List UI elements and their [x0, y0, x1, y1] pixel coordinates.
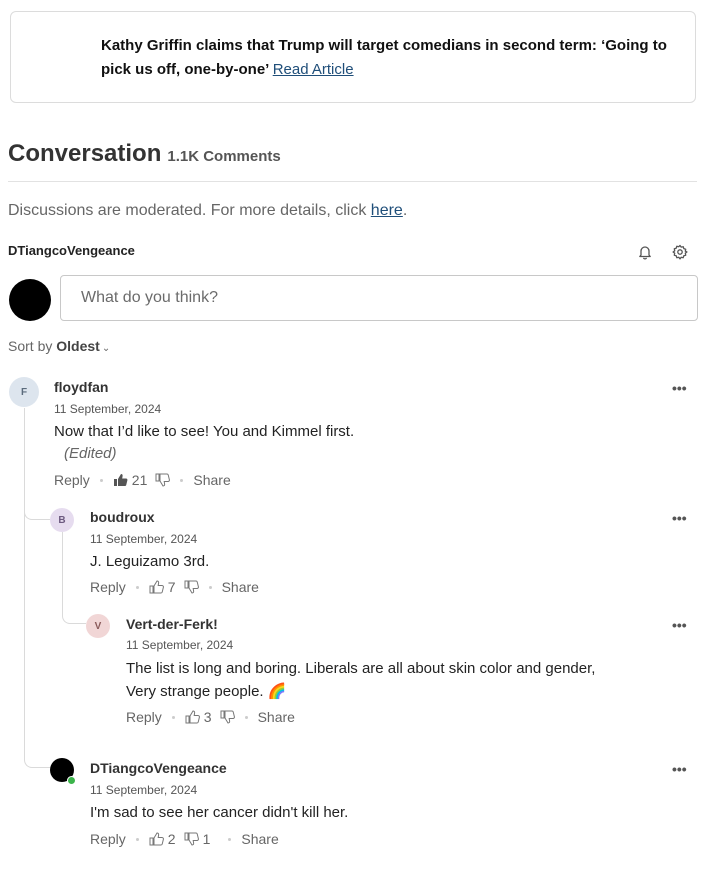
comment-date: 11 September, 2024 — [126, 638, 234, 652]
thread-line — [62, 532, 63, 602]
comment-actions: Reply 3 Share — [126, 709, 295, 725]
like-button[interactable]: 7 — [149, 579, 184, 595]
thumbs-up-icon — [149, 580, 164, 594]
share-button[interactable]: Share — [193, 472, 230, 488]
comment-count: 1.1K Comments — [167, 148, 281, 165]
moderation-notice: Discussions are moderated. For more deta… — [8, 202, 407, 220]
current-username: DTiangcoVengeance — [8, 243, 135, 258]
thread-connector — [24, 500, 50, 520]
thumbs-down-icon — [220, 710, 235, 724]
divider — [8, 181, 697, 182]
comment-author[interactable]: boudroux — [90, 509, 155, 525]
comment-actions: Reply 21 Share — [54, 472, 231, 488]
reply-button[interactable]: Reply — [54, 472, 90, 488]
moderation-text: Discussions are moderated. For more deta… — [8, 202, 371, 219]
more-dots-icon[interactable]: ••• — [672, 617, 687, 633]
reply-button[interactable]: Reply — [126, 709, 162, 725]
like-count: 3 — [203, 709, 212, 725]
thumbs-up-icon — [185, 710, 200, 724]
thumbs-down-icon — [184, 832, 199, 846]
like-count: 2 — [167, 831, 176, 847]
thread-connector — [24, 740, 50, 768]
sort-value: Oldest — [56, 338, 100, 354]
more-dots-icon[interactable]: ••• — [672, 380, 687, 396]
chevron-down-icon: ⌄ — [101, 343, 111, 354]
separator — [208, 585, 212, 589]
user-avatar — [9, 279, 51, 321]
article-headline: Kathy Griffin claims that Trump will tar… — [101, 37, 667, 78]
separator — [228, 837, 232, 841]
separator — [135, 837, 139, 841]
comment-text: J. Leguizamo 3rd. — [90, 553, 210, 570]
article-headline-block: Kathy Griffin claims that Trump will tar… — [101, 34, 681, 82]
like-button[interactable]: 21 — [113, 472, 156, 488]
online-indicator — [67, 776, 76, 785]
sort-label: Sort by — [8, 338, 53, 354]
separator — [180, 478, 184, 482]
comment-author[interactable]: DTiangcoVengeance — [90, 760, 227, 776]
moderation-end: . — [402, 202, 408, 219]
sort-dropdown[interactable]: Sort by Oldest ⌄ — [8, 338, 110, 354]
dislike-button[interactable] — [184, 580, 199, 594]
more-dots-icon[interactable]: ••• — [672, 510, 687, 526]
thumbs-up-icon — [113, 474, 128, 486]
comment-date: 11 September, 2024 — [90, 783, 198, 797]
comment-text: I'm sad to see her cancer didn't kill he… — [90, 804, 349, 821]
share-button[interactable]: Share — [258, 709, 295, 725]
moderation-here-link[interactable]: here — [371, 202, 403, 219]
like-button[interactable]: 2 — [149, 831, 184, 847]
dislike-button[interactable] — [155, 473, 171, 487]
avatar[interactable]: V — [86, 614, 110, 638]
separator — [99, 478, 103, 482]
comment-text: Now that I’d like to see! You and Kimmel… — [54, 423, 355, 440]
avatar[interactable]: B — [50, 508, 74, 532]
like-count: 7 — [167, 579, 176, 595]
thumbs-up-icon — [149, 832, 164, 846]
comment-text: The list is long and boring. Liberals ar… — [126, 660, 596, 677]
like-count: 21 — [131, 472, 148, 488]
separator — [171, 715, 175, 719]
share-button[interactable]: Share — [222, 579, 259, 595]
conversation-title: Conversation — [8, 140, 162, 167]
comment-date: 11 September, 2024 — [54, 402, 162, 416]
avatar[interactable]: F — [9, 377, 39, 407]
dislike-button[interactable] — [220, 710, 235, 724]
separator — [135, 585, 139, 589]
reply-button[interactable]: Reply — [90, 831, 126, 847]
thumbs-down-icon — [184, 580, 199, 594]
comment-author[interactable]: Vert-der-Ferk! — [126, 616, 218, 632]
bell-icon[interactable] — [634, 241, 656, 263]
comment-input[interactable] — [60, 275, 698, 321]
read-article-link[interactable]: Read Article — [273, 61, 354, 78]
dislike-button[interactable]: 1 — [184, 831, 219, 847]
comment-actions: Reply 2 1 Share — [90, 831, 279, 847]
comment-author[interactable]: floydfan — [54, 379, 108, 395]
comment-text: Very strange people. 🌈 — [126, 683, 287, 700]
thumbs-down-icon — [155, 473, 171, 487]
like-button[interactable]: 3 — [185, 709, 220, 725]
reply-button[interactable]: Reply — [90, 579, 126, 595]
conversation-header: Conversation 1.1K Comments — [8, 140, 281, 168]
article-card: Kathy Griffin claims that Trump will tar… — [10, 11, 696, 103]
edited-label: (Edited) — [64, 445, 117, 462]
more-dots-icon[interactable]: ••• — [672, 761, 687, 777]
gear-icon[interactable] — [669, 241, 691, 263]
thread-connector — [62, 600, 86, 624]
thread-line — [24, 408, 25, 758]
comment-actions: Reply 7 Share — [90, 579, 259, 595]
separator — [244, 715, 248, 719]
comment-date: 11 September, 2024 — [90, 532, 198, 546]
dislike-count: 1 — [202, 831, 211, 847]
share-button[interactable]: Share — [241, 831, 278, 847]
